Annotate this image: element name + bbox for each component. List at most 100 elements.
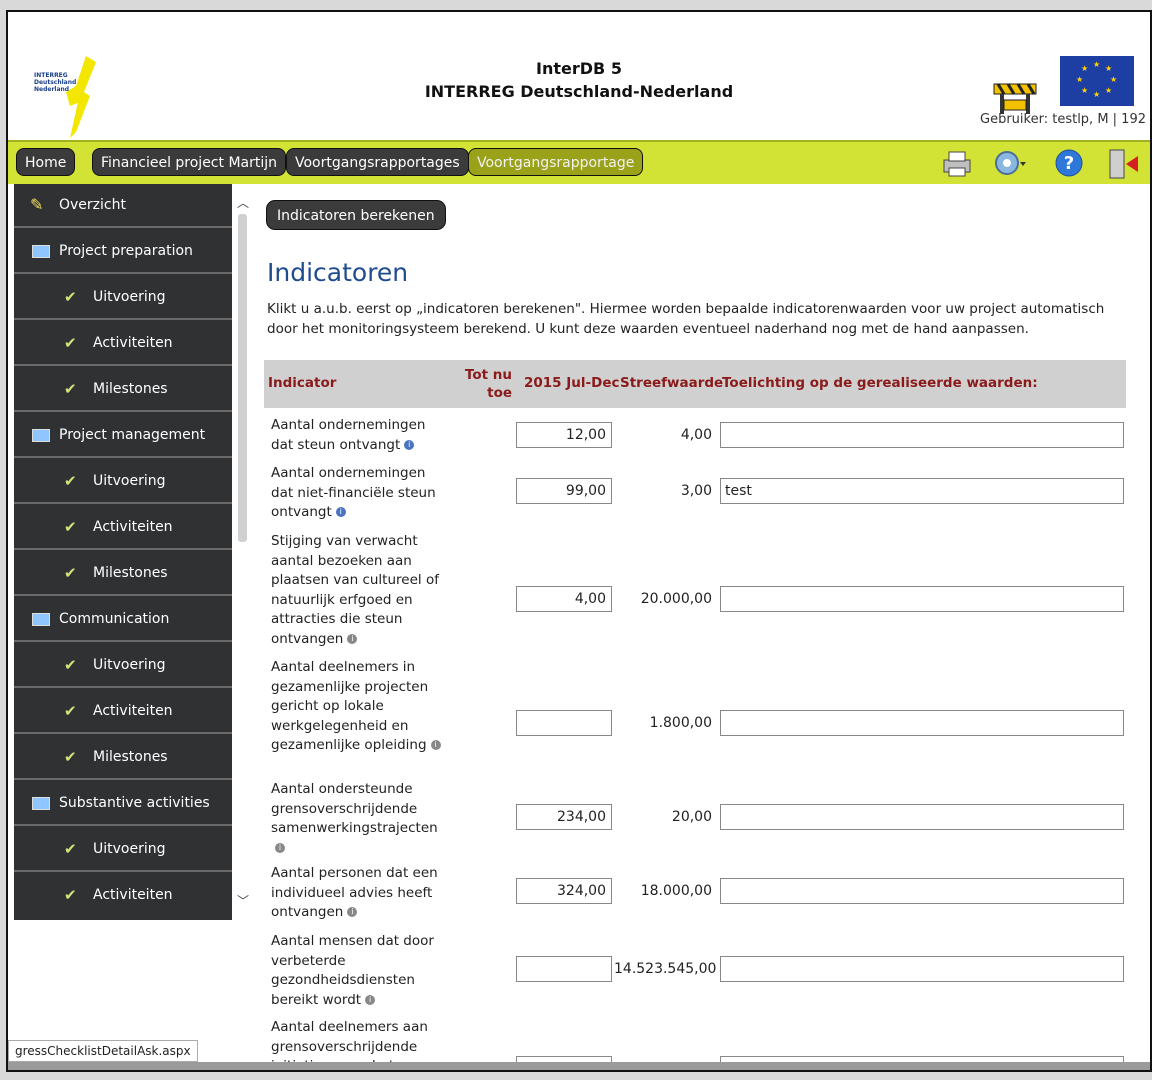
indicator-text: Aantal ondersteunde grensoverschrijdende… [271,781,438,836]
sidebar-item-project-preparation[interactable]: Project preparation [14,230,232,274]
checkmark-icon: ✔ [64,840,77,858]
info-icon[interactable]: i [347,633,358,644]
sidebar-item-uitvoering[interactable]: ✔ Uitvoering [14,644,232,688]
checkmark-icon: ✔ [64,564,77,582]
nav-financieel-project-button[interactable]: Financieel project Martijn [92,148,286,176]
indicator-text: Aantal mensen dat door verbeterde gezond… [271,933,434,1008]
sidebar-item-uitvoering[interactable]: ✔ Uitvoering [14,828,232,872]
value-input[interactable]: 324,00 [516,878,612,904]
sidebar-item-activiteiten[interactable]: ✔ Activiteiten [14,322,232,366]
info-icon[interactable]: i [347,907,358,917]
folder-icon [32,245,50,258]
value-input[interactable] [516,956,612,982]
value-input[interactable]: 234,00 [516,804,612,830]
indicator-text: Aantal ondernemingen dat steun ontvangt [271,417,426,453]
info-icon[interactable]: i [365,994,376,1005]
sidebar-item-uitvoering[interactable]: ✔ Uitvoering [14,276,232,320]
scrollbar-thumb[interactable] [238,214,247,542]
info-icon[interactable]: i [430,740,441,750]
sidebar-scrollbar[interactable]: ︿ ﹀ [234,184,252,920]
table-row: Aantal mensen dat door verbeterde gezond… [264,932,1126,1012]
app-title: InterDB 5 [536,59,622,78]
sidebar-item-label: Activiteiten [93,335,173,351]
checkmark-icon: ✔ [64,334,77,352]
note-input[interactable] [720,710,1124,736]
checkmark-icon: ✔ [64,472,77,490]
logout-door-icon[interactable] [1106,148,1140,179]
value-input[interactable]: 4,00 [516,586,612,612]
header-indicator: Indicator [268,375,337,391]
sidebar-item-label: Milestones [93,565,168,581]
folder-icon [32,797,50,810]
target-value: 20,00 [671,809,712,825]
sidebar-item-label: Substantive activities [59,795,210,811]
sidebar-item-label: Uitvoering [93,657,166,673]
header-tot-nu-toe: Tot nu toe [464,367,512,401]
info-icon[interactable]: i [275,842,285,853]
table-row: Aantal deelnemers in gezamenlijke projec… [264,658,1126,776]
user-info: Gebruiker: testlp, M | 192 [980,112,1146,127]
folder-icon [32,429,50,442]
table-header: Indicator Tot nu toe 2015 Jul-Dec Streef… [264,360,1126,408]
sidebar-item-label: Uitvoering [93,841,166,857]
sidebar-item-milestones[interactable]: ✔ Milestones [14,552,232,596]
scroll-down-icon[interactable]: ﹀ [237,892,249,909]
checkmark-icon: ✔ [64,380,77,398]
eu-flag-icon: ★ ★ ★ ★ ★ ★ ★ ★ [1060,56,1134,106]
checkmark-icon: ✔ [64,656,77,674]
window-bottom-strip [8,1062,1150,1070]
info-icon[interactable]: i [404,439,415,450]
note-input[interactable] [720,956,1124,982]
sidebar-item-overzicht[interactable]: ✎ Overzicht [14,184,232,228]
sidebar-item-uitvoering[interactable]: ✔ Uitvoering [14,460,232,504]
sidebar-item-activiteiten[interactable]: ✔ Activiteiten [14,874,232,918]
header-target: Streefwaarde [620,375,724,391]
header-note: Toelichting op de gerealiseerde waarden: [722,375,1038,391]
note-input[interactable] [720,422,1124,448]
indicator-label: Aantal personen dat een individueel advi… [271,864,443,923]
sidebar-item-label: Activiteiten [93,519,173,535]
sidebar-item-label: Project preparation [59,243,193,259]
sidebar-item-label: Uitvoering [93,473,166,489]
sidebar-item-activiteiten[interactable]: ✔ Activiteiten [14,690,232,734]
indicator-label: Aantal deelnemers in gezamenlijke projec… [271,658,443,756]
browser-window: INTERREG Deutschland Nederland InterDB 5… [6,10,1152,1072]
indicator-label: Stijging van verwacht aantal bezoeken aa… [271,532,443,649]
note-input[interactable] [720,878,1124,904]
calculate-indicators-button[interactable]: Indicatoren berekenen [266,200,446,230]
value-input[interactable] [516,710,612,736]
sidebar-item-communication[interactable]: Communication [14,598,232,642]
under-construction-icon [992,74,1038,116]
indicators-heading: Indicatoren [267,258,409,287]
sidebar-item-milestones[interactable]: ✔ Milestones [14,368,232,412]
indicator-label: Aantal ondersteunde grensoverschrijdende… [271,780,443,858]
target-value: 4,00 [680,427,712,443]
nav-voortgangsrapportages-button[interactable]: Voortgangsrapportages [286,148,469,176]
checkmark-icon: ✔ [64,886,77,904]
settings-gear-icon[interactable] [992,148,1026,178]
sidebar-item-project-management[interactable]: Project management [14,414,232,458]
value-input[interactable]: 12,00 [516,422,612,448]
sidebar-item-label: Activiteiten [93,703,173,719]
info-icon[interactable]: i [335,507,346,517]
target-value: 1.800,00 [649,715,712,731]
scroll-up-icon[interactable]: ︿ [237,194,249,211]
sidebar-item-activiteiten[interactable]: ✔ Activiteiten [14,506,232,550]
sidebar-item-substantive-activities[interactable]: Substantive activities [14,782,232,826]
header-period: 2015 Jul-Dec [524,375,620,391]
app-header: INTERREG Deutschland Nederland InterDB 5… [8,12,1150,140]
help-icon[interactable]: ? [1054,148,1084,178]
target-value: 3,00 [680,483,712,499]
sidebar-item-label: Milestones [93,749,168,765]
sidebar-item-label: Activiteiten [93,887,173,903]
nav-home-button[interactable]: Home [16,148,76,176]
sidebar-item-milestones[interactable]: ✔ Milestones [14,736,232,780]
target-value: 18.000,00 [640,883,712,899]
note-input[interactable] [720,586,1124,612]
value-input[interactable]: 99,00 [516,478,612,504]
nav-voortgangsrapportage-button[interactable]: Voortgangsrapportage [468,148,644,176]
print-icon[interactable] [940,148,974,178]
note-input[interactable]: test [720,478,1124,504]
note-input[interactable] [720,804,1124,830]
indicator-text: Aantal deelnemers in gezamenlijke projec… [271,659,429,753]
